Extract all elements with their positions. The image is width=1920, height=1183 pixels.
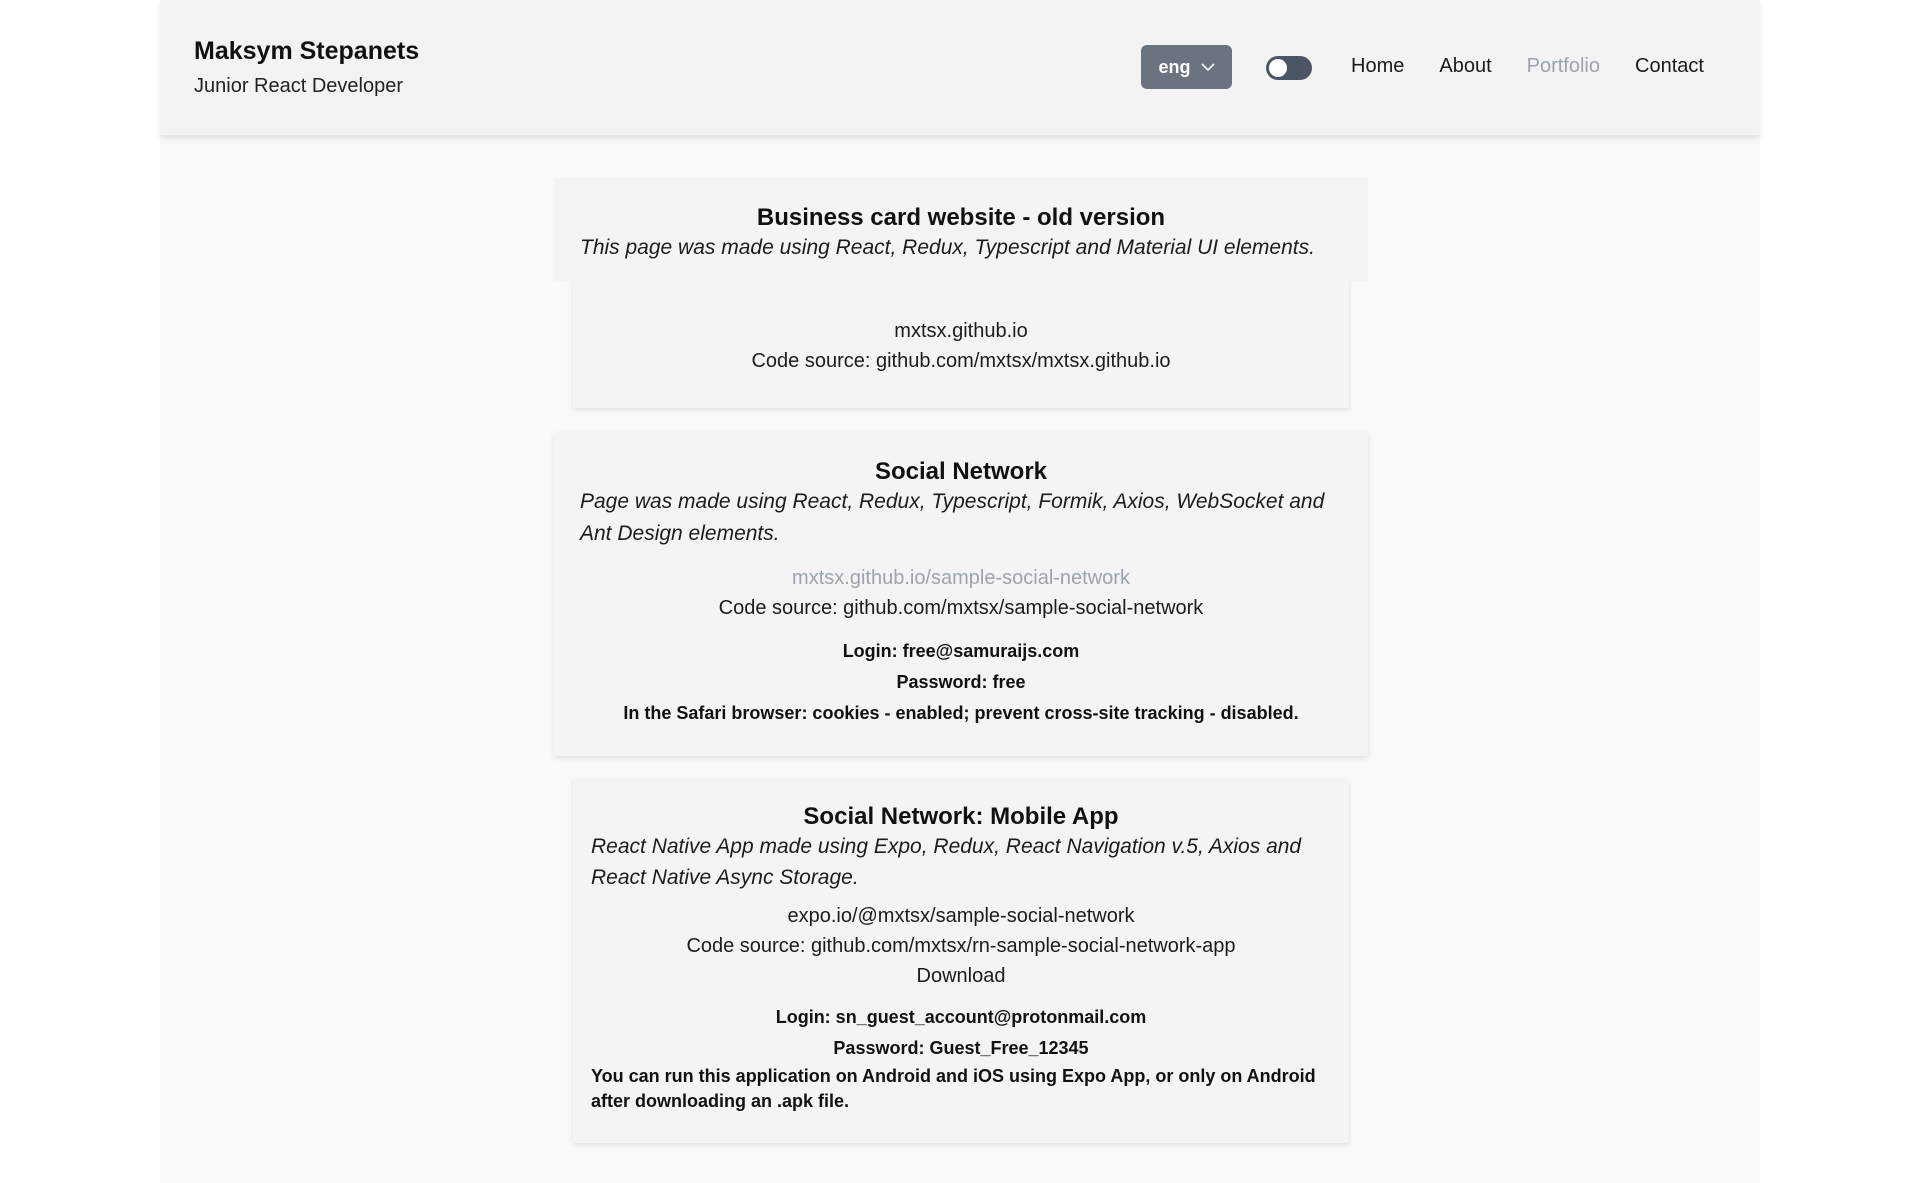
project-3-password: Password: Guest_Free_12345 <box>833 1038 1089 1058</box>
project-1-code-link[interactable]: Code source: github.com/mxtsx/mxtsx.gith… <box>573 346 1349 376</box>
project-3-expo-link[interactable]: expo.io/@mxtsx/sample-social-network <box>573 901 1349 931</box>
project-2-safari-note: In the Safari browser: cookies - enabled… <box>623 703 1299 723</box>
project-card-1: Business card website - old version This… <box>554 178 1368 281</box>
nav-home[interactable]: Home <box>1351 55 1404 78</box>
project-card-3: Social Network: Mobile App React Native … <box>573 779 1349 1143</box>
main-nav: Home About Portfolio Contact <box>1351 55 1704 78</box>
project-2-site-link[interactable]: mxtsx.github.io/sample-social-network <box>554 563 1368 593</box>
toggle-knob <box>1269 59 1287 77</box>
project-3-description: React Native App made using Expo, Redux,… <box>591 835 1302 889</box>
theme-toggle[interactable] <box>1266 56 1312 80</box>
project-1-title: Business card website - old version <box>756 204 1166 231</box>
project-3-login: Login: sn_guest_account@protonmail.com <box>775 1007 1147 1027</box>
project-3-title: Social Network: Mobile App <box>803 803 1119 830</box>
brand: Maksym Stepanets Junior React Developer <box>194 37 419 98</box>
language-select-button[interactable]: eng <box>1141 45 1232 89</box>
project-3-run-note: You can run this application on Android … <box>591 1066 1316 1111</box>
top-header: Maksym Stepanets Junior React Developer … <box>160 0 1760 135</box>
chevron-down-icon <box>1200 62 1215 72</box>
project-2-code-link[interactable]: Code source: github.com/mxtsx/sample-soc… <box>554 593 1368 623</box>
site-owner-name: Maksym Stepanets <box>194 37 420 65</box>
language-label: eng <box>1158 56 1191 77</box>
nav-portfolio[interactable]: Portfolio <box>1527 55 1600 78</box>
project-1-description: This page was made using React, Redux, T… <box>580 236 1315 259</box>
project-2-title: Social Network <box>874 458 1048 485</box>
project-2-description: Page was made using React, Redux, Typesc… <box>580 490 1325 545</box>
project-3-download-link[interactable]: Download <box>573 961 1349 991</box>
project-card-2: Social Network Page was made using React… <box>554 432 1368 756</box>
site-owner-role: Junior React Developer <box>194 75 403 97</box>
project-2-password: Password: free <box>896 672 1026 692</box>
page: Maksym Stepanets Junior React Developer … <box>0 0 1920 1183</box>
nav-about[interactable]: About <box>1439 55 1491 78</box>
project-2-login: Login: free@samuraijs.com <box>842 641 1080 661</box>
project-3-code-link[interactable]: Code source: github.com/mxtsx/rn-sample-… <box>573 931 1349 961</box>
nav-contact[interactable]: Contact <box>1635 55 1704 78</box>
project-1-site-link[interactable]: mxtsx.github.io <box>573 316 1349 346</box>
